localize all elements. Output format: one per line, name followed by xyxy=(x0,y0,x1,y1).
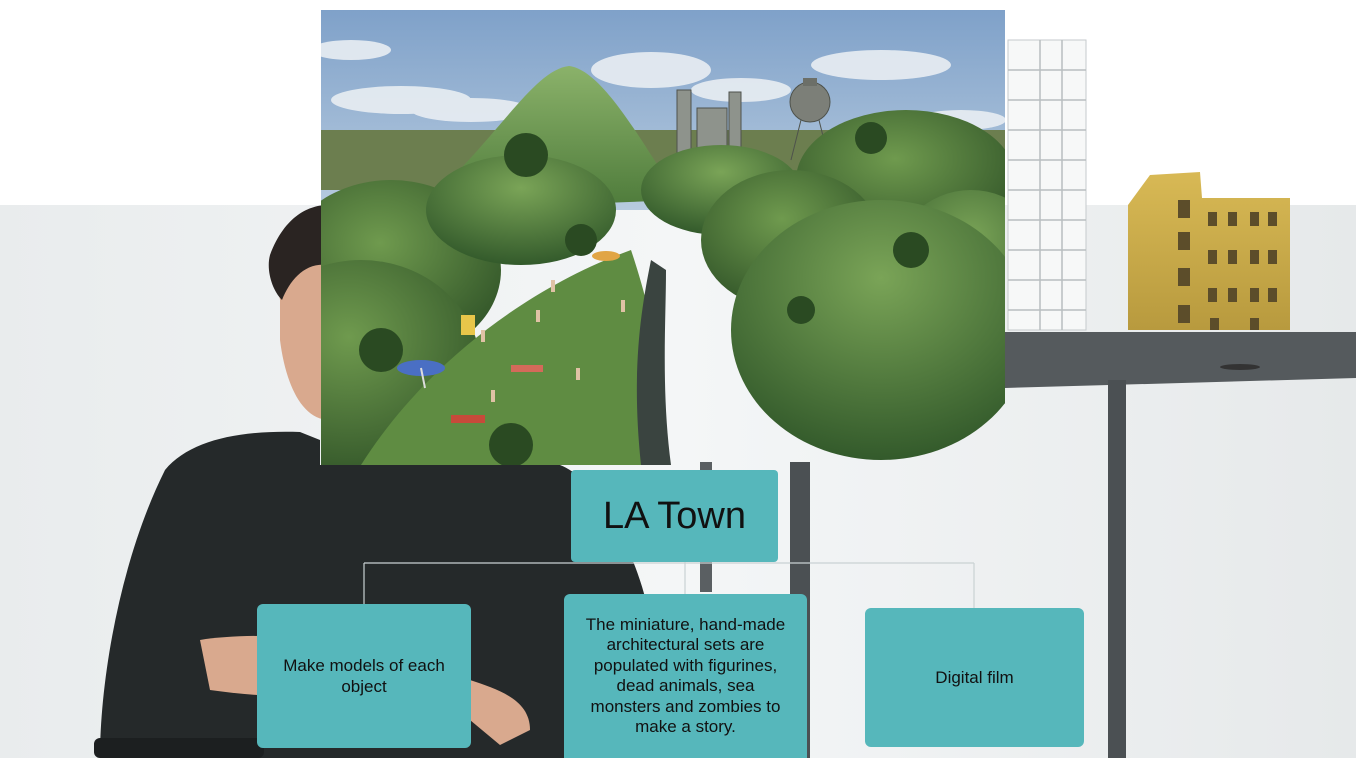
child-node-digital-film[interactable]: Digital film xyxy=(865,608,1084,747)
slide: LA Town Make models of each object The m… xyxy=(0,0,1356,758)
child-node-label: Digital film xyxy=(935,667,1014,687)
child-node-label: Make models of each object xyxy=(283,656,445,696)
child-node-label: The miniature, hand-made architectural s… xyxy=(585,614,786,737)
model-landscape-photo xyxy=(321,10,1005,465)
child-node-miniature-sets[interactable]: The miniature, hand-made architectural s… xyxy=(564,594,807,758)
child-node-make-models[interactable]: Make models of each object xyxy=(257,604,471,748)
root-node[interactable]: LA Town xyxy=(571,470,778,562)
root-node-label: LA Town xyxy=(603,494,746,537)
